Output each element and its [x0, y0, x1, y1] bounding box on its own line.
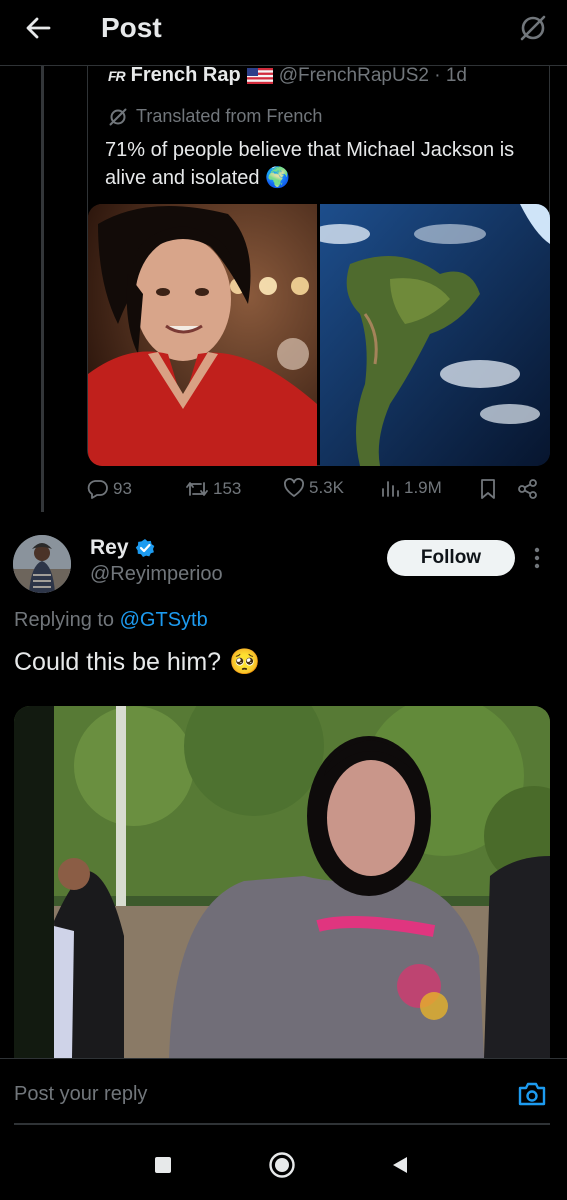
translate-icon — [109, 108, 127, 125]
reply-text: Could this be him? 🥺 — [14, 648, 260, 677]
repost-count: 153 — [213, 479, 242, 498]
follow-button[interactable]: Follow — [387, 540, 515, 576]
quoted-post-header: FR French Rap @FrenchRapUS2 · 1d — [108, 64, 467, 87]
bookmark-icon — [481, 479, 495, 499]
avatar[interactable] — [13, 535, 71, 593]
square-icon — [155, 1157, 171, 1173]
verified-badge-icon — [135, 539, 154, 557]
triangle-back-icon — [393, 1157, 407, 1173]
avatar-image — [13, 535, 71, 593]
quoted-author-logo: FR — [108, 67, 126, 84]
top-bar: Post — [0, 0, 567, 66]
reply-icon — [87, 480, 108, 499]
repost-icon — [186, 482, 208, 496]
share-icon — [518, 479, 537, 499]
system-nav-bar — [0, 1126, 567, 1200]
reply-action[interactable]: 93 — [87, 478, 132, 500]
home-circle-icon — [269, 1152, 295, 1178]
heart-icon — [284, 478, 304, 497]
quoted-post-body: 71% of people believe that Michael Jacks… — [105, 139, 515, 189]
reply-author-name: Rey — [90, 536, 129, 559]
translated-label[interactable]: Translated from French — [108, 106, 322, 127]
replying-to: Replying to @GTSytb — [14, 609, 208, 632]
bookmark-action[interactable] — [479, 478, 497, 500]
reply-input[interactable]: Post your reply — [14, 1083, 147, 1106]
quoted-post-text: 71% of people believe that Michael Jacks… — [105, 136, 545, 192]
translated-text: Translated from French — [136, 106, 323, 126]
camera-icon — [518, 1082, 546, 1106]
more-options-button[interactable] — [527, 545, 547, 571]
thread-line — [41, 66, 44, 512]
quoted-photo-earth[interactable] — [320, 204, 550, 466]
reply-count: 93 — [113, 479, 132, 498]
reply-photo-image — [14, 706, 550, 1058]
reply-author[interactable]: Rey — [90, 536, 155, 560]
us-flag-icon — [246, 67, 273, 84]
replying-to-mention[interactable]: @GTSytb — [120, 609, 208, 631]
reply-composer: Post your reply — [0, 1058, 567, 1125]
earth-photo — [320, 204, 550, 466]
share-action[interactable] — [517, 478, 539, 500]
grok-button[interactable] — [515, 10, 551, 46]
replying-to-label: Replying to — [14, 609, 115, 631]
pleading-emoji: 🥺 — [229, 648, 261, 676]
arrow-left-icon — [26, 17, 51, 39]
post-action-bar: 93 153 5.3K 1.9M — [87, 478, 550, 506]
repost-action[interactable]: 153 — [185, 478, 241, 500]
views-action[interactable]: 1.9M — [380, 478, 442, 498]
views-icon — [382, 481, 399, 497]
reply-photo[interactable] — [14, 706, 550, 1058]
like-action[interactable]: 5.3K — [283, 478, 344, 498]
globe-emoji: 🌍 — [265, 167, 291, 189]
quoted-post-media[interactable] — [88, 204, 550, 466]
home-button[interactable] — [267, 1150, 297, 1180]
back-nav-button[interactable] — [385, 1150, 415, 1180]
reply-author-handle: @Reyimperioo — [90, 563, 223, 585]
page-title: Post — [101, 12, 162, 43]
recents-button[interactable] — [148, 1150, 178, 1180]
portrait-photo — [88, 204, 317, 466]
quoted-post[interactable]: FR French Rap @FrenchRapUS2 · 1d Transla… — [87, 64, 550, 466]
quoted-photo-portrait[interactable] — [88, 204, 317, 466]
reply-body: Could this be him? — [14, 648, 222, 676]
quoted-author-handle: @FrenchRapUS2 · 1d — [278, 64, 467, 86]
like-count: 5.3K — [309, 478, 344, 497]
camera-button[interactable] — [516, 1079, 548, 1109]
composer-divider — [14, 1123, 550, 1125]
quoted-author-name[interactable]: French Rap — [131, 64, 241, 87]
back-button[interactable] — [18, 10, 58, 46]
more-icon — [534, 547, 540, 569]
views-count: 1.9M — [404, 478, 442, 497]
grok-icon — [520, 15, 546, 41]
